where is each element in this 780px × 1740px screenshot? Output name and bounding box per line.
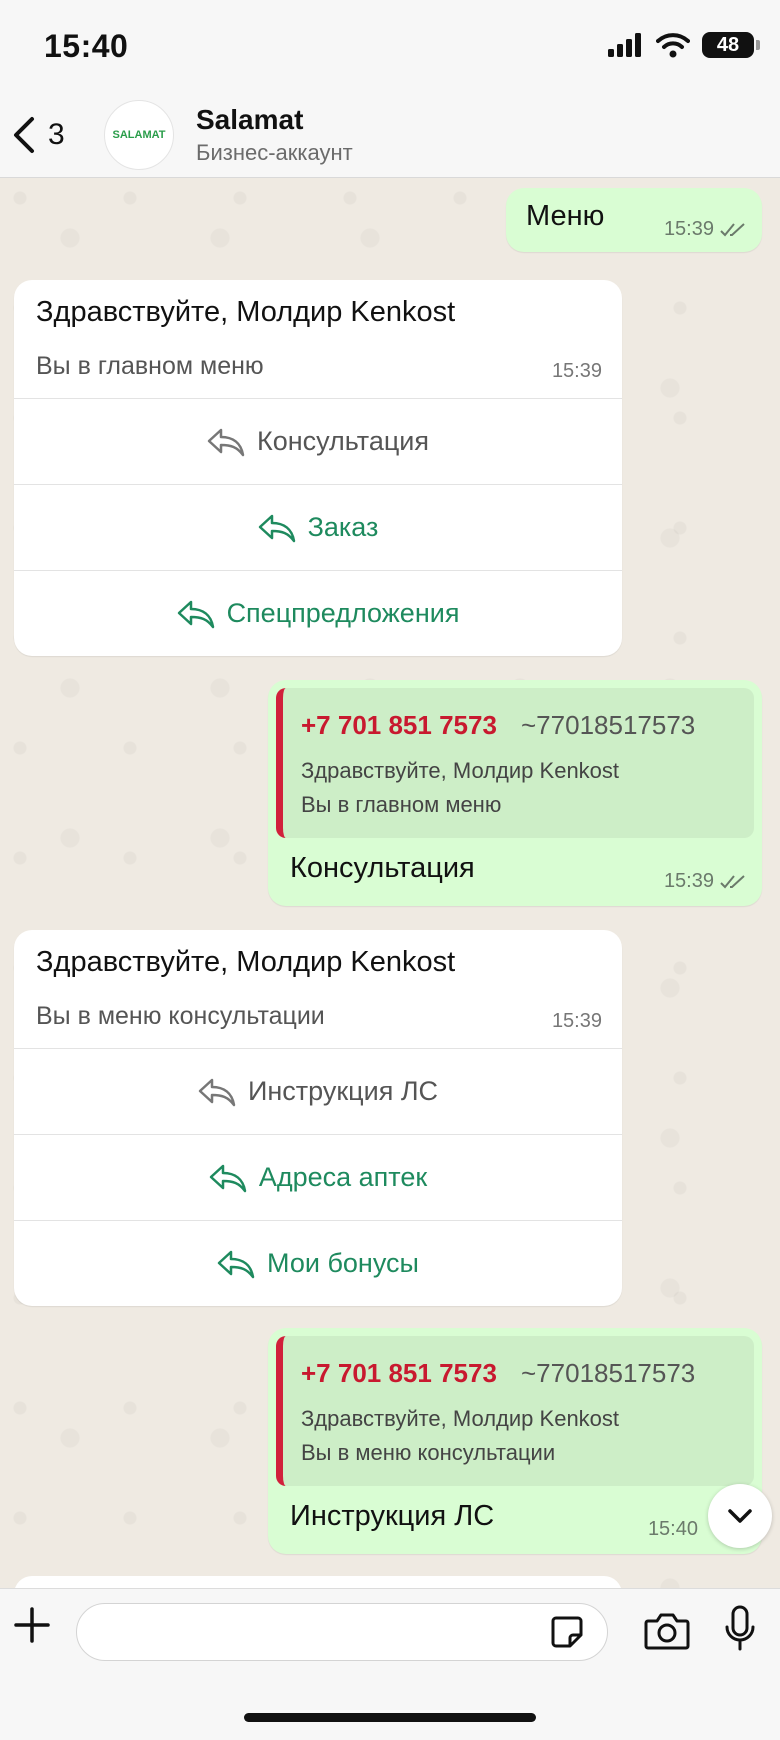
quote-text: Вы в главном меню <box>301 792 502 817</box>
reply-icon <box>207 428 245 456</box>
message-text: Консультация <box>290 852 475 884</box>
status-time: 15:40 <box>44 28 129 64</box>
quoted-message[interactable]: +7 701 851 7573 ~77018517573 Здравствуйт… <box>276 1336 754 1486</box>
double-check-icon <box>720 222 745 236</box>
microphone-icon[interactable] <box>724 1605 756 1653</box>
message-input[interactable] <box>76 1603 608 1661</box>
chat-header: 3 SALAMAT Salamat Бизнес-аккаунт <box>0 96 780 178</box>
reply-icon <box>258 514 295 542</box>
message-time: 15:39 <box>664 870 746 893</box>
reply-button-my-bonuses[interactable]: Мои бонусы <box>14 1220 622 1306</box>
scroll-down-button[interactable] <box>708 1484 772 1548</box>
plus-icon[interactable] <box>12 1605 52 1645</box>
back-button[interactable]: 3 <box>10 110 65 160</box>
reply-button-consultation[interactable]: Консультация <box>14 398 622 484</box>
contact-name[interactable]: Salamat <box>196 104 303 136</box>
chat-area[interactable]: Меню 15:39 Здравствуйте, Молдир Kenkost … <box>0 178 780 1588</box>
quote-alias: ~77018517573 <box>521 710 696 740</box>
message-time: 15:40 <box>647 1518 698 1540</box>
reply-icon <box>198 1078 236 1106</box>
contact-subtitle: Бизнес-аккаунт <box>196 140 353 165</box>
message-time: 15:39 <box>551 360 602 382</box>
message-text: Инструкция ЛС <box>290 1500 495 1532</box>
unread-count: 3 <box>48 118 65 151</box>
camera-icon[interactable] <box>644 1611 690 1651</box>
reply-icon <box>177 600 214 628</box>
double-check-icon <box>720 874 745 888</box>
message-incoming-menu: Здравствуйте, Молдир Kenkost Вы в главно… <box>14 280 622 656</box>
wifi-icon <box>656 33 690 58</box>
reply-button-label: Консультация <box>256 426 430 456</box>
quote-text: Вы в меню консультации <box>301 1440 556 1465</box>
chevron-down-icon <box>728 1509 752 1523</box>
message-time: 15:39 <box>551 1010 602 1032</box>
quote-phone: +7 701 851 7573 <box>301 710 497 740</box>
status-icons: 48 <box>608 32 760 58</box>
quote-text: Здравствуйте, Молдир Kenkost <box>301 758 620 783</box>
message-subtitle: Вы в меню консультации <box>36 1002 325 1030</box>
message-outgoing-reply[interactable]: +7 701 851 7573 ~77018517573 Здравствуйт… <box>268 1328 762 1554</box>
message-title: Здравствуйте, Молдир Kenkost <box>36 946 456 978</box>
avatar-logo: SALAMAT <box>112 129 166 141</box>
message-subtitle: Вы в главном меню <box>36 352 264 380</box>
sticker-icon[interactable] <box>550 1615 584 1649</box>
reply-button-order[interactable]: Заказ <box>14 484 622 570</box>
message-incoming-menu: Здравствуйте, Молдир Kenkost Вы в меню к… <box>14 930 622 1306</box>
reply-button-label: Адреса аптек <box>258 1162 428 1192</box>
home-indicator <box>244 1713 536 1722</box>
message-text: Меню <box>526 200 605 232</box>
message-time: 15:39 <box>664 218 746 241</box>
chevron-left-icon <box>14 117 34 153</box>
quoted-message[interactable]: +7 701 851 7573 ~77018517573 Здравствуйт… <box>276 688 754 838</box>
status-bar: 15:40 48 <box>0 0 780 96</box>
avatar[interactable]: SALAMAT <box>104 100 174 170</box>
reply-button-label: Мои бонусы <box>267 1248 419 1278</box>
reply-icon <box>217 1250 255 1278</box>
reply-button-label: Заказ <box>307 512 379 542</box>
message-title: Здравствуйте, Молдир Kenkost <box>36 296 456 328</box>
quote-alias: ~77018517573 <box>521 1358 696 1388</box>
reply-button-special-offers[interactable]: Спецпредложения <box>14 570 622 656</box>
composer-bar <box>0 1588 780 1740</box>
battery-icon: 48 <box>702 32 760 58</box>
message-outgoing-reply[interactable]: +7 701 851 7573 ~77018517573 Здравствуйт… <box>268 680 762 906</box>
reply-button-pharmacy-addresses[interactable]: Адреса аптек <box>14 1134 622 1220</box>
reply-button-label: Спецпредложения <box>226 598 460 628</box>
quote-text: Здравствуйте, Молдир Kenkost <box>301 1406 620 1431</box>
quote-phone: +7 701 851 7573 <box>301 1358 497 1388</box>
reply-button-instruction[interactable]: Инструкция ЛС <box>14 1048 622 1134</box>
message-incoming-partial <box>14 1576 622 1588</box>
reply-button-label: Инструкция ЛС <box>247 1076 439 1106</box>
reply-icon <box>209 1164 247 1192</box>
signal-icon <box>608 33 641 57</box>
message-outgoing[interactable]: Меню 15:39 <box>506 188 762 252</box>
